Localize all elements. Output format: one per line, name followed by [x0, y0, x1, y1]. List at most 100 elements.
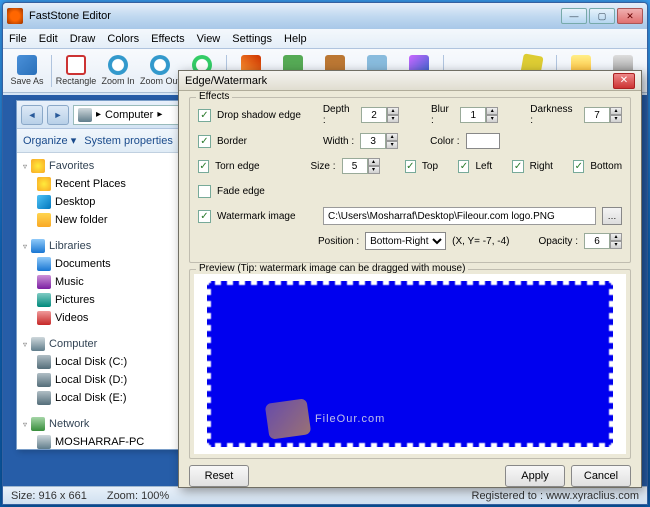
width-label: Width : [323, 136, 354, 147]
tb-save-as[interactable]: Save As [7, 51, 47, 91]
group-libraries[interactable]: ▿Libraries [19, 237, 183, 255]
group-computer[interactable]: ▿Computer [19, 335, 183, 353]
preview-fieldset: Preview (Tip: watermark image can be dra… [189, 269, 631, 459]
zoom-out-icon [150, 55, 170, 75]
dialog-buttons: Reset Apply Cancel [179, 465, 641, 495]
right-checkbox[interactable] [512, 160, 523, 173]
menu-colors[interactable]: Colors [107, 33, 139, 45]
tree-item[interactable]: Videos [19, 309, 183, 327]
opacity-label: Opacity : [539, 236, 578, 247]
forward-button[interactable]: ► [47, 105, 69, 125]
dialog-close-button[interactable]: ✕ [613, 73, 635, 89]
address-bar[interactable]: ▸ Computer ▸ [73, 105, 181, 125]
menubar: File Edit Draw Colors Effects View Setti… [3, 29, 647, 49]
watermark-checkbox[interactable] [198, 210, 211, 223]
border-label: Border [217, 136, 317, 147]
close-button[interactable]: ✕ [617, 8, 643, 24]
menu-edit[interactable]: Edit [39, 33, 58, 45]
separator [51, 55, 52, 87]
size-spinner[interactable]: ▴▾ [342, 158, 380, 174]
tree-item[interactable]: New folder [19, 211, 183, 229]
tree-item[interactable]: Local Disk (C:) [19, 353, 183, 371]
desktop-icon [37, 195, 51, 209]
tree-item[interactable]: MOSHARRAF-PC [19, 433, 183, 451]
save-icon [17, 55, 37, 75]
preview-canvas[interactable]: FileOur.com [194, 274, 626, 454]
organize-menu[interactable]: Organize ▾ [23, 134, 76, 147]
explorer-toolbar: Organize ▾ System properties [17, 129, 185, 153]
explorer-header: ◄ ► ▸ Computer ▸ [17, 101, 185, 129]
tree-item[interactable]: Local Disk (E:) [19, 389, 183, 407]
watermark-overlay[interactable]: FileOur.com [267, 401, 385, 437]
tree-item[interactable]: Desktop [19, 193, 183, 211]
tb-zoom-out[interactable]: Zoom Out [140, 51, 180, 91]
menu-view[interactable]: View [197, 33, 221, 45]
blur-spinner[interactable]: ▴▾ [460, 107, 498, 123]
menu-effects[interactable]: Effects [151, 33, 184, 45]
darkness-spinner[interactable]: ▴▾ [584, 107, 622, 123]
status-size: Size: 916 x 661 [11, 490, 87, 502]
favorites-icon [31, 159, 45, 173]
menu-help[interactable]: Help [284, 33, 307, 45]
offset-label: (X, Y= -7, -4) [452, 236, 509, 247]
size-label: Size : [304, 161, 336, 172]
menu-draw[interactable]: Draw [70, 33, 96, 45]
fade-checkbox[interactable] [198, 185, 211, 198]
dialog-title: Edge/Watermark [185, 75, 613, 87]
folder-icon [37, 213, 51, 227]
app-icon [7, 8, 23, 24]
tree-item[interactable]: Pictures [19, 291, 183, 309]
tree-item[interactable]: Local Disk (D:) [19, 371, 183, 389]
computer-icon [78, 108, 92, 122]
tb-rectangle[interactable]: Rectangle [56, 51, 96, 91]
effects-legend: Effects [196, 91, 232, 102]
maximize-button[interactable]: ▢ [589, 8, 615, 24]
minimize-button[interactable]: — [561, 8, 587, 24]
dialog-titlebar: Edge/Watermark ✕ [179, 71, 641, 91]
browse-button[interactable]: … [602, 207, 622, 225]
watermark-path-input[interactable] [323, 207, 596, 225]
reset-button[interactable]: Reset [189, 465, 249, 487]
system-properties[interactable]: System properties [84, 135, 173, 147]
music-icon [37, 275, 51, 289]
tree-item[interactable]: Music [19, 273, 183, 291]
edge-watermark-dialog: Edge/Watermark ✕ Effects Drop shadow edg… [178, 70, 642, 488]
menu-file[interactable]: File [9, 33, 27, 45]
tb-zoom-in[interactable]: Zoom In [98, 51, 138, 91]
documents-icon [37, 257, 51, 271]
darkness-label: Darkness : [530, 104, 578, 126]
tree-item[interactable]: Recent Places [19, 175, 183, 193]
drop-shadow-checkbox[interactable] [198, 109, 211, 122]
width-spinner[interactable]: ▴▾ [360, 133, 398, 149]
border-checkbox[interactable] [198, 135, 211, 148]
menu-settings[interactable]: Settings [232, 33, 272, 45]
pictures-icon [37, 293, 51, 307]
depth-label: Depth : [323, 104, 355, 126]
color-picker[interactable] [466, 133, 500, 149]
back-button[interactable]: ◄ [21, 105, 43, 125]
position-select[interactable]: Bottom-Right [365, 232, 446, 250]
disk-icon [37, 355, 51, 369]
apply-button[interactable]: Apply [505, 465, 565, 487]
videos-icon [37, 311, 51, 325]
bottom-checkbox[interactable] [573, 160, 584, 173]
tree-item[interactable]: Documents [19, 255, 183, 273]
folder-tree: ▿Favorites Recent Places Desktop New fol… [17, 153, 185, 463]
color-label: Color : [430, 136, 459, 147]
disk-icon [37, 373, 51, 387]
cancel-button[interactable]: Cancel [571, 465, 631, 487]
top-checkbox[interactable] [405, 160, 416, 173]
depth-spinner[interactable]: ▴▾ [361, 107, 399, 123]
window-title: FastStone Editor [29, 10, 561, 22]
group-favorites[interactable]: ▿Favorites [19, 157, 183, 175]
file-explorer: ◄ ► ▸ Computer ▸ Organize ▾ System prope… [16, 100, 186, 450]
watermark-logo-icon [265, 398, 312, 439]
torn-checkbox[interactable] [198, 160, 209, 173]
libraries-icon [31, 239, 45, 253]
left-checkbox[interactable] [458, 160, 469, 173]
torn-label: Torn edge [215, 161, 298, 172]
opacity-spinner[interactable]: ▴▾ [584, 233, 622, 249]
titlebar: FastStone Editor — ▢ ✕ [3, 3, 647, 29]
network-icon [31, 417, 45, 431]
group-network[interactable]: ▿Network [19, 415, 183, 433]
